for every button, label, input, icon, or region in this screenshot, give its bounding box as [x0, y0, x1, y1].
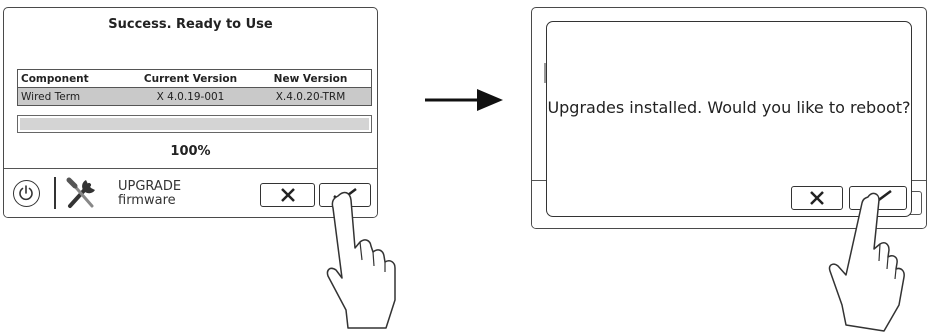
column-header-current-version: Current Version	[143, 72, 238, 85]
version-table: Component Current Version New Version Wi…	[17, 69, 372, 106]
cancel-button[interactable]	[260, 183, 315, 207]
table-row: Wired Term X 4.0.19-001 X.4.0.20-TRM	[18, 88, 371, 105]
progress-fill	[20, 118, 369, 130]
screen-title: Success. Ready to Use	[108, 17, 273, 32]
cell-component: Wired Term	[21, 90, 81, 103]
column-header-new-version: New Version	[273, 72, 348, 85]
progress-bar	[17, 115, 372, 133]
right-arrow-icon	[425, 89, 503, 111]
upgrade-status-screen: Success. Ready to Use Component Current …	[3, 7, 378, 218]
x-icon	[280, 188, 295, 202]
cell-current-version: X 4.0.19-001	[156, 90, 225, 103]
progress-percent: 100%	[170, 144, 211, 159]
footer-label-line1: UPGRADE	[118, 179, 182, 194]
power-button[interactable]	[13, 180, 40, 207]
footer-label-line2: firmware	[118, 193, 176, 208]
column-header-component: Component	[21, 72, 89, 85]
cell-new-version: X.4.0.20-TRM	[275, 90, 346, 103]
wrench-screwdriver-icon	[66, 177, 95, 208]
table-header: Component Current Version New Version	[18, 70, 371, 88]
pointing-hand-icon	[828, 192, 905, 332]
pointing-hand-icon	[326, 191, 396, 329]
dialog-message: Upgrades installed. Would you like to re…	[547, 98, 911, 117]
divider	[54, 177, 56, 209]
footer-label: UPGRADE firmware	[118, 180, 181, 208]
power-icon	[19, 185, 33, 201]
